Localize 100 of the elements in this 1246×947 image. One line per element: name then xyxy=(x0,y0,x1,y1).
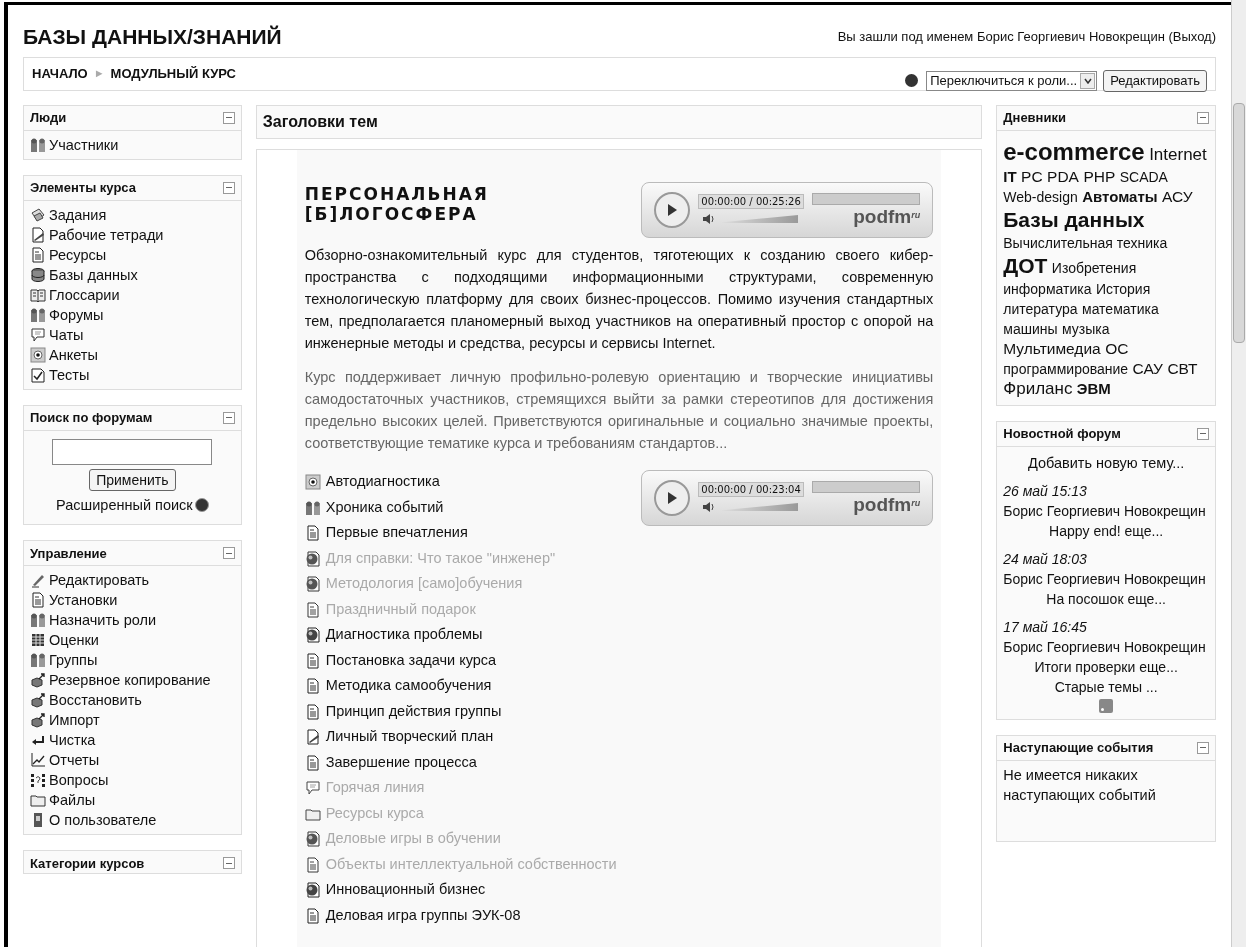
tag-link[interactable]: PHP xyxy=(1083,167,1116,185)
sidebar-link[interactable]: Файлы xyxy=(49,790,96,811)
sidebar-link[interactable]: Чаты xyxy=(49,324,84,345)
older-topics-link[interactable]: Старые темы ... xyxy=(1054,676,1158,697)
progress-track[interactable] xyxy=(811,192,921,205)
collapse-icon[interactable] xyxy=(222,857,235,870)
activity-link[interactable]: Диагностика проблемы xyxy=(325,624,483,647)
scrollbar[interactable] xyxy=(1231,0,1246,947)
apply-button[interactable]: Применить xyxy=(89,468,176,491)
activity-link[interactable]: Личный творческий план xyxy=(325,726,494,749)
tag-link[interactable]: Изобретения xyxy=(1051,259,1137,276)
sidebar-link[interactable]: Глоссарии xyxy=(49,284,120,305)
tag-link[interactable]: АСУ xyxy=(1162,187,1193,205)
activity-link[interactable]: Методика самообучения xyxy=(325,675,492,698)
activity-link[interactable]: Инновационный бизнес xyxy=(325,879,486,902)
tag-link[interactable]: математика xyxy=(1082,300,1159,317)
speaker-icon[interactable] xyxy=(702,213,717,225)
tag-link[interactable]: PDA xyxy=(1047,167,1079,185)
tag-link[interactable]: машины xyxy=(1003,320,1058,337)
activity-link[interactable]: Постановка задачи курса xyxy=(325,649,497,672)
breadcrumb-link[interactable]: НАЧАЛО xyxy=(32,63,88,83)
sidebar-link[interactable]: Чистка xyxy=(49,730,96,751)
block-title: Категории курсов xyxy=(30,854,145,873)
course-description: Обзорно-ознакомительный курс для студентов, тяготеющих к созданию своего кибер-пространства с подходящими информационными структурами, современную технологическую платформу для своих бизнес-процессов. Помимо изучения стандартных тем, предполагается планомерный выход участников на оперативный простор с опорой на инженерные методы и средства, ресурсы и сервисы Internet. xyxy=(304,245,934,353)
post-link[interactable]: Happy end! еще... xyxy=(1049,520,1164,541)
sidebar-link[interactable]: Резервное копирование xyxy=(49,670,211,691)
sidebar-link[interactable]: Задания xyxy=(49,204,107,225)
tag-link[interactable]: Фриланс xyxy=(1003,378,1073,398)
sidebar-link[interactable]: Анкеты xyxy=(49,344,98,365)
tag-link[interactable]: История xyxy=(1095,280,1151,297)
tag-link[interactable]: Web-design xyxy=(1003,188,1078,205)
sidebar-link[interactable]: Ресурсы xyxy=(49,244,107,265)
tag-link[interactable]: ОС xyxy=(1105,339,1129,357)
sidebar-link[interactable]: Рабочие тетради xyxy=(49,224,164,245)
activity-link[interactable]: Деловая игра группы ЭУК-08 xyxy=(325,904,521,927)
checkbox-icon xyxy=(30,366,46,383)
activity-link[interactable]: Автодиагностика xyxy=(325,471,440,494)
sidebar-link[interactable]: Форумы xyxy=(49,304,104,325)
sidebar-link[interactable]: Оценки xyxy=(49,630,99,651)
sidebar-link[interactable]: Отчеты xyxy=(49,750,100,771)
role-select[interactable]: Переключиться к роли... xyxy=(926,70,1098,91)
sidebar-link[interactable]: Установки xyxy=(49,590,118,611)
sidebar-link[interactable]: Импорт xyxy=(49,710,100,731)
tag-link[interactable]: SCADA xyxy=(1119,168,1168,185)
tag-link[interactable]: e-commerce xyxy=(1003,137,1145,165)
breadcrumb-link[interactable]: МОДУЛЬНЫЙ КУРС xyxy=(110,63,236,83)
sidebar-link[interactable]: Назначить роли xyxy=(49,610,157,631)
activity-link[interactable]: Первые впечатления xyxy=(325,522,468,545)
tag-link[interactable]: музыка xyxy=(1062,320,1110,337)
sidebar-link[interactable]: Редактировать xyxy=(49,570,150,591)
sidebar-link[interactable]: Вопросы xyxy=(49,770,109,791)
document-icon xyxy=(304,525,321,542)
collapse-icon[interactable] xyxy=(222,181,235,194)
tag-link[interactable]: САУ xyxy=(1132,359,1163,377)
sidebar-link[interactable]: Участники xyxy=(49,134,119,155)
rss-icon[interactable] xyxy=(1099,698,1114,713)
add-topic-link[interactable]: Добавить новую тему... xyxy=(1028,452,1185,473)
sidebar-link[interactable]: О пользователе xyxy=(49,810,157,831)
course-note: Курс поддерживает личную профильно-ролевую ориентацию и творческие инициативы самодостаточных участников, стремящихся выйти за рамки стереотипов для достижения предельно высоких целей. Приветствуются оригинальные и социально значимые проекты, соответствующие тематике курса и требованиям стандартов... xyxy=(304,367,934,453)
progress-track[interactable] xyxy=(811,480,921,493)
sidebar-link[interactable]: Базы данных xyxy=(49,264,138,285)
sidebar-link[interactable]: Восстановить xyxy=(49,690,142,711)
collapse-icon[interactable] xyxy=(222,547,235,560)
tag-link[interactable]: PC xyxy=(1021,167,1043,185)
tag-link[interactable]: ДОТ xyxy=(1003,253,1048,277)
post-link[interactable]: На посошок еще... xyxy=(1046,588,1166,609)
speaker-icon[interactable] xyxy=(702,501,717,513)
tag-link[interactable]: Базы данных xyxy=(1003,207,1145,231)
tag-link[interactable]: Internet xyxy=(1149,144,1207,164)
block-title: Наступающие события xyxy=(1003,738,1154,757)
tag-link[interactable]: литература xyxy=(1003,300,1078,317)
activity-link[interactable]: Принцип действия группы xyxy=(325,700,502,723)
collapse-icon[interactable] xyxy=(222,111,235,124)
tag-link[interactable]: Вычислительная техника xyxy=(1003,234,1168,251)
advanced-search-link[interactable]: Расширенный поиск xyxy=(56,494,193,517)
play-icon xyxy=(666,202,679,217)
tag-link[interactable]: СВТ xyxy=(1167,359,1198,377)
block-title: Элементы курса xyxy=(30,178,136,197)
document-icon xyxy=(304,754,321,771)
collapse-icon[interactable] xyxy=(1197,741,1209,754)
tag-link[interactable]: IT xyxy=(1003,167,1017,185)
edit-button[interactable]: Редактировать xyxy=(1103,69,1207,92)
activity-link[interactable]: Хроника событий xyxy=(325,496,444,519)
tag-link[interactable]: ЭВМ xyxy=(1076,379,1111,397)
search-field[interactable] xyxy=(52,438,213,465)
sidebar-link[interactable]: Тесты xyxy=(49,364,90,385)
tag-link[interactable]: информатика xyxy=(1003,280,1092,297)
sidebar-link[interactable]: Группы xyxy=(49,650,98,671)
tag-link[interactable]: Автоматы xyxy=(1082,187,1158,205)
tag-link[interactable]: программирование xyxy=(1003,360,1129,377)
collapse-icon[interactable] xyxy=(1197,111,1209,124)
post-link[interactable]: Итоги проверки еще... xyxy=(1034,656,1178,677)
collapse-icon[interactable] xyxy=(222,411,235,424)
collapse-icon[interactable] xyxy=(1197,427,1209,440)
login-info: Вы зашли под именем Борис Георгиевич Новокрещин (Выход) xyxy=(837,28,1216,46)
activity-link[interactable]: Завершение процесса xyxy=(325,751,477,774)
play-button[interactable] xyxy=(654,479,691,516)
play-button[interactable] xyxy=(654,191,691,228)
document-icon xyxy=(304,601,321,618)
tag-link[interactable]: Мультимедиа xyxy=(1003,339,1101,357)
